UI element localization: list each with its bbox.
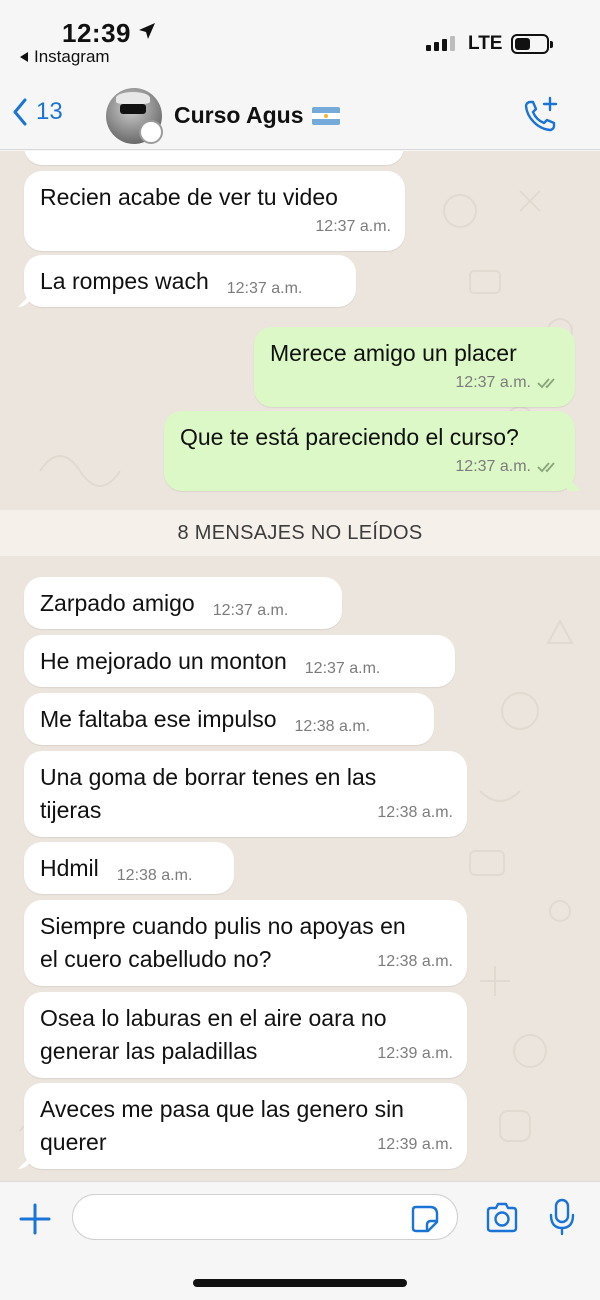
message-bubble[interactable]: Aveces me pasa que las genero sin querer… [18, 1083, 467, 1169]
message-bubble[interactable]: Recien acabe de ver tu video 12:37 a.m. [24, 171, 405, 251]
unread-chats-count: 13 [36, 98, 63, 125]
home-indicator[interactable] [193, 1279, 407, 1287]
message-bubble[interactable]: Que te está pareciendo el curso? 12:37 a… [164, 411, 581, 491]
message-time: 12:38 a.m. [377, 953, 453, 970]
message-time: 12:37 a.m. [455, 374, 531, 391]
message-time: 12:38 a.m. [116, 867, 193, 884]
message-text: La rompes wach [40, 268, 209, 294]
message-text: Me faltaba ese impulso [40, 706, 277, 732]
signal-strength-icon [426, 36, 455, 51]
message-bubble[interactable]: Siempre cuando pulis no apoyas en el cue… [24, 900, 467, 986]
battery-icon [511, 34, 553, 54]
back-app-label: Instagram [34, 47, 110, 66]
back-button[interactable]: 13 [12, 98, 63, 126]
message-text: Zarpado amigo [40, 590, 195, 616]
microphone-icon[interactable] [548, 1198, 576, 1236]
message-time: 12:38 a.m. [294, 718, 371, 735]
message-time: 12:37 a.m. [314, 151, 390, 163]
message-input[interactable] [72, 1194, 458, 1240]
contact-name-text: Curso Agus [174, 102, 304, 128]
status-ring-icon [139, 120, 163, 144]
message-text: He mejorado un monton [40, 648, 287, 674]
double-check-icon [537, 377, 555, 388]
message-time: 12:37 a.m. [455, 458, 531, 475]
clock: 12:39 [62, 18, 131, 48]
double-check-icon [537, 461, 555, 472]
message-bubble[interactable]: La rompes wach 12:37 a.m. [18, 255, 356, 307]
plus-icon[interactable] [18, 1202, 52, 1236]
add-call-icon[interactable] [520, 96, 560, 136]
message-time: 12:39 a.m. [377, 1045, 453, 1062]
message-bubble[interactable]: Me faltaba ese impulso 12:38 a.m. [24, 693, 434, 745]
message-bubble[interactable]: He mejorado un monton 12:37 a.m. [24, 635, 455, 687]
message-time: 12:39 a.m. [377, 1136, 453, 1153]
message-bubble[interactable]: Osea lo laburas en el aire oara no gener… [24, 992, 467, 1078]
network-type: LTE [468, 33, 503, 54]
contact-name[interactable]: Curso Agus [174, 102, 340, 129]
argentina-flag-icon [311, 106, 340, 125]
message-time: 12:37 a.m. [315, 218, 391, 235]
message-time: 12:37 a.m. [226, 280, 303, 297]
message-bubble[interactable]: Zarpado amigo 12:37 a.m. [24, 577, 342, 629]
camera-icon[interactable] [484, 1202, 520, 1234]
sticker-icon[interactable] [410, 1204, 440, 1234]
message-time: 12:38 a.m. [377, 804, 453, 821]
back-triangle-icon [20, 52, 28, 62]
message-text: Hdmil [40, 855, 99, 881]
composer-bar [0, 1181, 600, 1300]
chat-header: 13 Curso Agus [0, 80, 600, 150]
message-list[interactable]: 12:37 a.m. Recien acabe de ver tu video … [0, 151, 600, 1181]
chevron-left-icon [13, 98, 27, 126]
message-bubble[interactable]: 12:37 a.m. [24, 151, 404, 165]
message-bubble[interactable]: Hdmil 12:38 a.m. [24, 842, 234, 894]
location-arrow-icon [139, 23, 155, 39]
message-time: 12:37 a.m. [304, 660, 381, 677]
message-time: 12:37 a.m. [212, 602, 289, 619]
unread-messages-divider: 8 MENSAJES NO LEÍDOS [0, 510, 600, 556]
message-bubble[interactable]: Una goma de borrar tenes en las tijeras … [24, 751, 467, 837]
message-bubble[interactable]: Merece amigo un placer 12:37 a.m. [254, 327, 575, 407]
status-bar: 12:39 Instagram LTE [0, 0, 600, 80]
back-to-app-link[interactable]: Instagram [20, 47, 110, 67]
